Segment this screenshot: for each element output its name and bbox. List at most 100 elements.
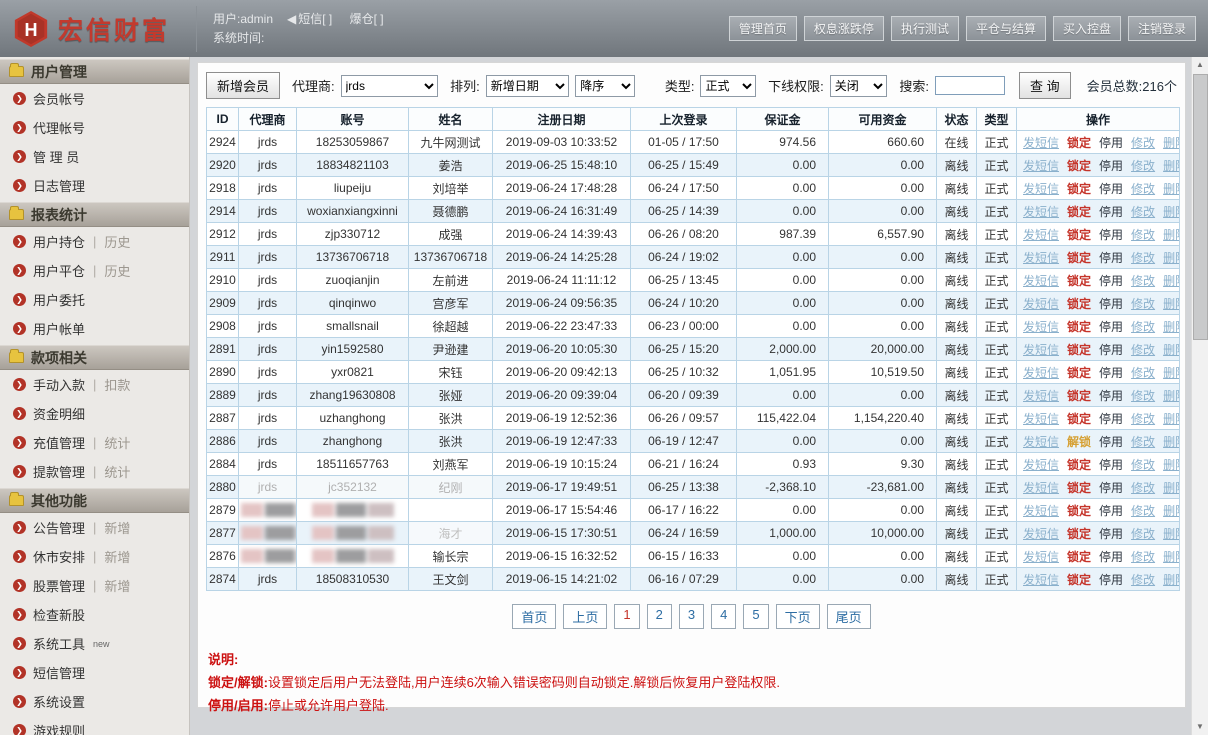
page-button-current[interactable]: 1 — [614, 604, 639, 629]
op-disable-link[interactable]: 停用 — [1099, 481, 1123, 495]
op-send-sms-link[interactable]: 发短信 — [1023, 343, 1059, 357]
op-unlock-link[interactable]: 解锁 — [1067, 435, 1091, 449]
op-send-sms-link[interactable]: 发短信 — [1023, 504, 1059, 518]
op-edit-link[interactable]: 修改 — [1131, 182, 1155, 196]
op-lock-link[interactable]: 锁定 — [1067, 527, 1091, 541]
scroll-down-arrow[interactable]: ▼ — [1192, 719, 1208, 735]
op-delete-link[interactable]: 删除 — [1163, 550, 1179, 564]
op-send-sms-link[interactable]: 发短信 — [1023, 228, 1059, 242]
op-lock-link[interactable]: 锁定 — [1067, 297, 1091, 311]
op-delete-link[interactable]: 删除 — [1163, 389, 1179, 403]
sidebar-item[interactable]: ❯代理帐号 — [0, 113, 189, 142]
op-edit-link[interactable]: 修改 — [1131, 320, 1155, 334]
op-delete-link[interactable]: 删除 — [1163, 205, 1179, 219]
sidebar-item-extra-link[interactable]: 新增 — [104, 576, 130, 595]
sidebar-item[interactable]: ❯休市安排|新增 — [0, 542, 189, 571]
sidebar-item[interactable]: ❯用户平仓|历史 — [0, 256, 189, 285]
sidebar-item[interactable]: ❯会员帐号 — [0, 84, 189, 113]
op-send-sms-link[interactable]: 发短信 — [1023, 159, 1059, 173]
op-lock-link[interactable]: 锁定 — [1067, 182, 1091, 196]
op-send-sms-link[interactable]: 发短信 — [1023, 366, 1059, 380]
op-disable-link[interactable]: 停用 — [1099, 412, 1123, 426]
op-delete-link[interactable]: 删除 — [1163, 320, 1179, 334]
op-delete-link[interactable]: 删除 — [1163, 458, 1179, 472]
op-lock-link[interactable]: 锁定 — [1067, 228, 1091, 242]
op-send-sms-link[interactable]: 发短信 — [1023, 435, 1059, 449]
sidebar-section-header[interactable]: 款项相关 — [0, 345, 189, 370]
op-disable-link[interactable]: 停用 — [1099, 297, 1123, 311]
sidebar-item[interactable]: ❯手动入款|扣款 — [0, 370, 189, 399]
op-edit-link[interactable]: 修改 — [1131, 343, 1155, 357]
op-lock-link[interactable]: 锁定 — [1067, 343, 1091, 357]
op-delete-link[interactable]: 删除 — [1163, 297, 1179, 311]
op-disable-link[interactable]: 停用 — [1099, 182, 1123, 196]
op-edit-link[interactable]: 修改 — [1131, 435, 1155, 449]
op-lock-link[interactable]: 锁定 — [1067, 412, 1091, 426]
scrollbar-thumb[interactable] — [1193, 74, 1208, 340]
op-send-sms-link[interactable]: 发短信 — [1023, 458, 1059, 472]
op-send-sms-link[interactable]: 发短信 — [1023, 412, 1059, 426]
op-delete-link[interactable]: 删除 — [1163, 182, 1179, 196]
page-button[interactable]: 4 — [711, 604, 736, 629]
op-edit-link[interactable]: 修改 — [1131, 159, 1155, 173]
op-disable-link[interactable]: 停用 — [1099, 389, 1123, 403]
op-lock-link[interactable]: 锁定 — [1067, 274, 1091, 288]
op-send-sms-link[interactable]: 发短信 — [1023, 573, 1059, 587]
op-edit-link[interactable]: 修改 — [1131, 481, 1155, 495]
op-send-sms-link[interactable]: 发短信 — [1023, 297, 1059, 311]
search-button[interactable]: 查 询 — [1019, 72, 1071, 99]
op-send-sms-link[interactable]: 发短信 — [1023, 182, 1059, 196]
op-disable-link[interactable]: 停用 — [1099, 228, 1123, 242]
op-edit-link[interactable]: 修改 — [1131, 228, 1155, 242]
op-edit-link[interactable]: 修改 — [1131, 527, 1155, 541]
sidebar-item[interactable]: ❯股票管理|新增 — [0, 571, 189, 600]
sidebar-item[interactable]: ❯充值管理|统计 — [0, 428, 189, 457]
op-disable-link[interactable]: 停用 — [1099, 274, 1123, 288]
op-disable-link[interactable]: 停用 — [1099, 343, 1123, 357]
vertical-scrollbar[interactable]: ▲ ▼ — [1191, 57, 1208, 735]
agent-select[interactable]: jrds — [341, 75, 438, 97]
op-send-sms-link[interactable]: 发短信 — [1023, 481, 1059, 495]
op-edit-link[interactable]: 修改 — [1131, 297, 1155, 311]
sidebar-item[interactable]: ❯短信管理 — [0, 658, 189, 687]
sidebar-item[interactable]: ❯提款管理|统计 — [0, 457, 189, 486]
op-lock-link[interactable]: 锁定 — [1067, 366, 1091, 380]
op-disable-link[interactable]: 停用 — [1099, 573, 1123, 587]
op-send-sms-link[interactable]: 发短信 — [1023, 389, 1059, 403]
search-input[interactable] — [935, 76, 1005, 95]
page-button[interactable]: 下页 — [776, 604, 820, 629]
op-edit-link[interactable]: 修改 — [1131, 205, 1155, 219]
op-disable-link[interactable]: 停用 — [1099, 251, 1123, 265]
add-member-button[interactable]: 新增会员 — [206, 72, 280, 99]
sms-counter[interactable]: 短信[ ] — [298, 12, 332, 26]
header-button[interactable]: 权息涨跌停 — [804, 16, 884, 41]
op-lock-link[interactable]: 锁定 — [1067, 159, 1091, 173]
op-lock-link[interactable]: 锁定 — [1067, 504, 1091, 518]
op-disable-link[interactable]: 停用 — [1099, 458, 1123, 472]
op-lock-link[interactable]: 锁定 — [1067, 458, 1091, 472]
op-edit-link[interactable]: 修改 — [1131, 389, 1155, 403]
header-button[interactable]: 执行测试 — [891, 16, 959, 41]
sidebar-item[interactable]: ❯检查新股 — [0, 600, 189, 629]
op-send-sms-link[interactable]: 发短信 — [1023, 205, 1059, 219]
op-lock-link[interactable]: 锁定 — [1067, 320, 1091, 334]
op-delete-link[interactable]: 删除 — [1163, 159, 1179, 173]
burst-counter[interactable]: 爆仓[ ] — [350, 12, 384, 26]
sidebar-item[interactable]: ❯系统设置 — [0, 687, 189, 716]
op-delete-link[interactable]: 删除 — [1163, 136, 1179, 150]
op-lock-link[interactable]: 锁定 — [1067, 205, 1091, 219]
op-edit-link[interactable]: 修改 — [1131, 458, 1155, 472]
op-send-sms-link[interactable]: 发短信 — [1023, 550, 1059, 564]
sidebar-item-extra-link[interactable]: 新增 — [104, 547, 130, 566]
op-send-sms-link[interactable]: 发短信 — [1023, 274, 1059, 288]
page-button[interactable]: 首页 — [512, 604, 556, 629]
sidebar-item-extra-link[interactable]: 统计 — [104, 433, 130, 452]
sidebar-item[interactable]: ❯公告管理|新增 — [0, 513, 189, 542]
sidebar-item-extra-link[interactable]: 历史 — [104, 261, 130, 280]
op-send-sms-link[interactable]: 发短信 — [1023, 320, 1059, 334]
sidebar-section-header[interactable]: 其他功能 — [0, 488, 189, 513]
op-edit-link[interactable]: 修改 — [1131, 366, 1155, 380]
op-lock-link[interactable]: 锁定 — [1067, 573, 1091, 587]
op-disable-link[interactable]: 停用 — [1099, 205, 1123, 219]
op-disable-link[interactable]: 停用 — [1099, 136, 1123, 150]
